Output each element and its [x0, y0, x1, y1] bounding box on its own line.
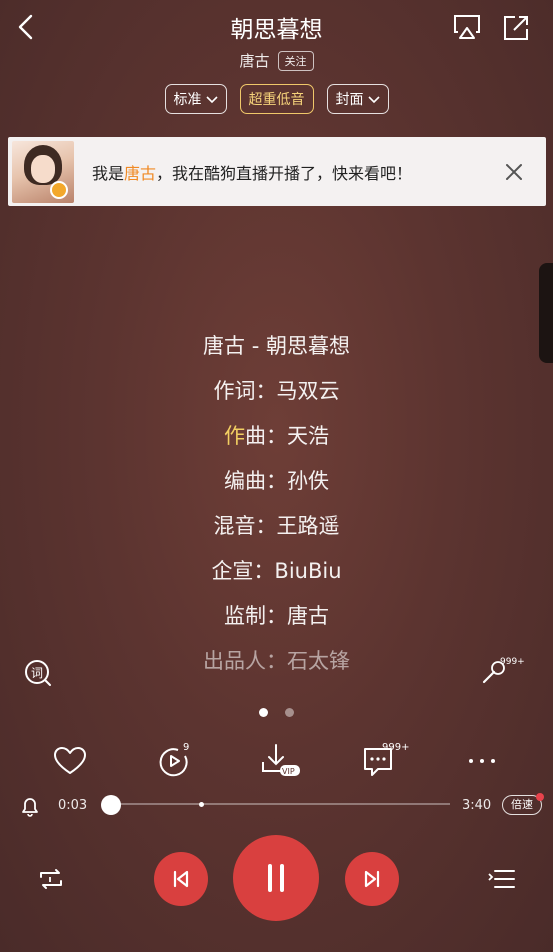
cast-icon[interactable] [450, 12, 484, 42]
play-count-icon[interactable]: 9 [152, 740, 196, 784]
lyric-line: 作词：马双云 [213, 379, 340, 403]
next-icon [364, 870, 380, 888]
progress-track[interactable] [105, 803, 450, 805]
more-icon[interactable] [462, 740, 506, 784]
previous-button[interactable] [154, 852, 208, 906]
view-select[interactable]: 封面 [326, 84, 389, 114]
repeat-icon[interactable] [35, 863, 67, 895]
comment-icon[interactable]: 999+ [360, 740, 409, 784]
lyric-line-current: 作曲：天浩 [0, 418, 553, 463]
option-pills: 标准 超重低音 封面 [0, 84, 553, 114]
lyrics-panel[interactable]: 唐古 - 朝思暮想 作词：马双云 作曲：天浩 编曲：孙佚 混音：王路遥 企宣：B… [0, 328, 553, 688]
close-icon[interactable] [500, 158, 528, 186]
lyric-line: 企宣：BiuBiu [211, 559, 342, 583]
lyric-line: 混音：王路遥 [213, 514, 340, 538]
lyric-line: 编曲：孙佚 [224, 469, 329, 493]
page-dot [285, 708, 294, 717]
play-count-badge: 9 [183, 742, 190, 753]
previous-icon [173, 870, 189, 888]
mic-count: 999+ [500, 657, 525, 667]
sing-mic-icon[interactable]: 999+ [478, 657, 525, 689]
lyric-search-icon[interactable]: 词 [22, 657, 54, 689]
download-icon[interactable]: VIP [258, 740, 302, 784]
page-dot-active [259, 708, 268, 717]
share-icon[interactable] [500, 12, 532, 44]
pause-button[interactable] [233, 835, 319, 921]
speed-notification-dot [536, 793, 544, 801]
lyric-rest: 曲：天浩 [245, 424, 329, 448]
comment-count: 999+ [382, 742, 410, 753]
quality-select[interactable]: 标准 [164, 84, 227, 114]
banner-text-suffix: ，我在酷狗直播开播了，快来看吧！ [156, 163, 413, 183]
banner-text-prefix: 我是 [92, 163, 125, 183]
view-label: 封面 [335, 92, 364, 108]
lyric-line: 唐古 - 朝思暮想 [203, 334, 350, 358]
lyric-highlight: 作 [224, 424, 245, 448]
bell-icon[interactable] [18, 794, 42, 818]
svg-text:词: 词 [31, 666, 43, 680]
artist-row: 唐古 关注 [0, 50, 553, 71]
total-time: 3:40 [462, 798, 492, 813]
page-indicator [0, 708, 553, 717]
sound-effect-label: 超重低音 [248, 92, 305, 108]
star-badge-icon [50, 180, 68, 199]
like-heart-icon[interactable] [48, 740, 92, 784]
banner-highlight-name: 唐古 [124, 163, 157, 183]
next-button[interactable] [345, 852, 399, 906]
artist-name[interactable]: 唐古 [239, 50, 269, 71]
follow-button[interactable]: 关注 [277, 50, 314, 71]
progress-knob[interactable] [101, 795, 121, 815]
banner-message: 我是唐古，我在酷狗直播开播了，快来看吧！ [92, 160, 500, 184]
lyric-line: 出品人：石太锋 [203, 649, 350, 673]
quality-label: 标准 [173, 92, 202, 108]
chevron-down-icon [367, 96, 380, 104]
sound-effect-button[interactable]: 超重低音 [239, 84, 314, 114]
live-banner[interactable]: 我是唐古，我在酷狗直播开播了，快来看吧！ [8, 137, 546, 206]
progress-marker [199, 802, 204, 807]
vip-tag: VIP [282, 767, 295, 776]
chevron-down-icon [205, 96, 218, 104]
lyric-line: 监制：唐古 [224, 604, 329, 628]
playlist-icon[interactable] [486, 863, 518, 895]
pause-icon [268, 864, 284, 892]
current-time: 0:03 [58, 798, 88, 813]
avatar [12, 140, 74, 203]
